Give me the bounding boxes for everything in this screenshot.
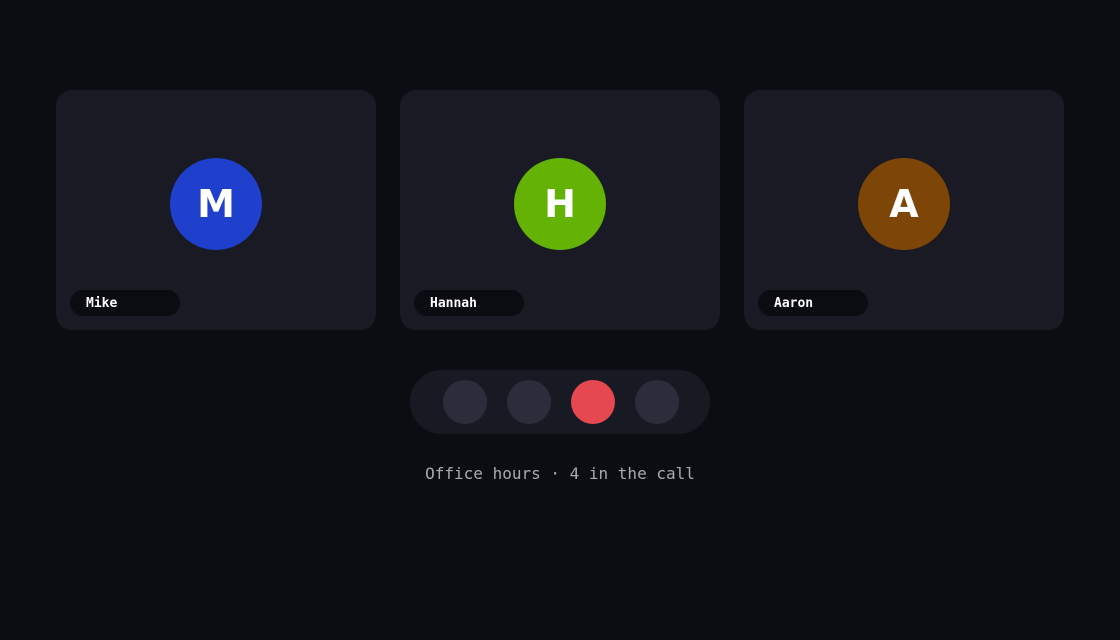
call-status-text: Office hours · 4 in the call xyxy=(425,464,695,483)
participant-name-label: Aaron xyxy=(758,290,868,316)
participant-tile-mike: M Mike xyxy=(56,90,376,330)
participant-name-label: Hannah xyxy=(414,290,524,316)
participant-name-label: Mike xyxy=(70,290,180,316)
participant-tile-hannah: H Hannah xyxy=(400,90,720,330)
call-control-bar xyxy=(410,370,710,434)
avatar: H xyxy=(514,158,606,250)
mic-button[interactable] xyxy=(443,380,487,424)
avatar: M xyxy=(170,158,262,250)
avatar: A xyxy=(858,158,950,250)
camera-button[interactable] xyxy=(507,380,551,424)
participant-tile-aaron: A Aaron xyxy=(744,90,1064,330)
more-options-button[interactable] xyxy=(635,380,679,424)
leave-call-button[interactable] xyxy=(571,380,615,424)
